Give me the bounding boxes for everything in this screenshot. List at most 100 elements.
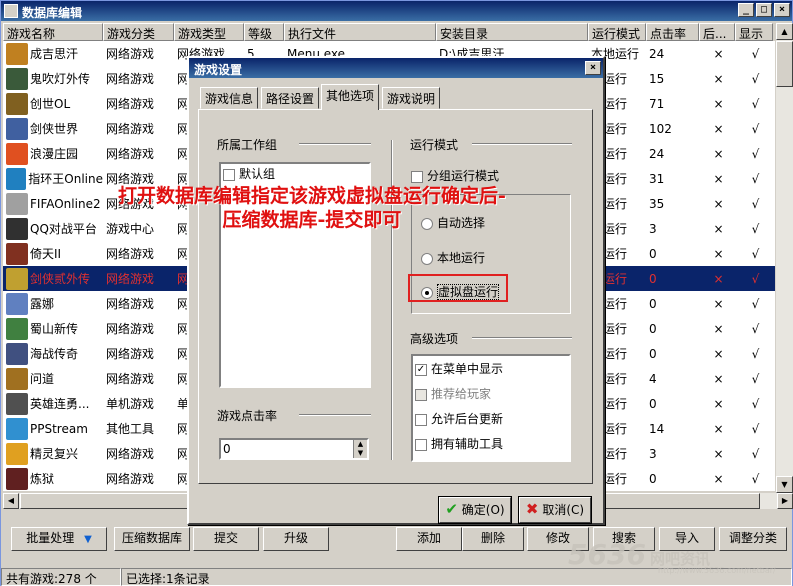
group-divider bbox=[299, 414, 371, 416]
table-cell: 网络游戏 bbox=[106, 97, 155, 111]
scroll-right-arrow-icon[interactable]: ▶ bbox=[777, 493, 793, 509]
game-name-cell: 海战传奇 bbox=[3, 342, 103, 365]
advanced-label-text: 推荐给玩家 bbox=[431, 387, 492, 401]
column-header[interactable]: 等级 bbox=[244, 23, 284, 41]
table-cell: × bbox=[713, 446, 724, 461]
table-cell: 3 bbox=[649, 446, 657, 461]
watermark-number: 5636 bbox=[568, 538, 646, 571]
game-name-cell: 鬼吹灯外传 bbox=[3, 67, 103, 90]
table-cell: 网络游戏 bbox=[106, 347, 155, 361]
checkbox-recommend[interactable] bbox=[415, 388, 427, 401]
game-icon bbox=[6, 192, 28, 215]
checkbox-helper-tools[interactable] bbox=[415, 438, 427, 451]
workgroup-item-default[interactable]: 默认组 bbox=[223, 165, 275, 182]
scroll-up-arrow-icon[interactable]: ▲ bbox=[776, 23, 793, 40]
list-header: 游戏名称 游戏分类 游戏类型 等级 执行文件 安装目录 运行模式 点击率 后... 显示 bbox=[3, 23, 775, 41]
cancel-label: 取消(C) bbox=[542, 503, 585, 517]
advanced-recommend[interactable]: 推荐给玩家 bbox=[415, 385, 491, 402]
scroll-thumb[interactable] bbox=[776, 41, 793, 87]
group-run-mode-checkbox[interactable] bbox=[411, 170, 423, 183]
advanced-label-text: 在菜单中显示 bbox=[431, 362, 504, 376]
table-cell: √ bbox=[751, 396, 760, 411]
column-header[interactable]: 游戏类型 bbox=[174, 23, 244, 41]
game-name-cell: 剑侠世界 bbox=[3, 117, 103, 140]
game-icon bbox=[6, 42, 28, 65]
click-rate-label: 游戏点击率 bbox=[217, 409, 278, 423]
game-icon bbox=[6, 117, 28, 140]
group-run-mode-option[interactable]: 分组运行模式 bbox=[411, 167, 499, 184]
table-cell: 网络游戏 bbox=[106, 372, 155, 386]
advanced-label-text: 允许后台更新 bbox=[431, 412, 504, 426]
adjust-category-button[interactable]: 调整分类 bbox=[719, 527, 787, 551]
table-cell: √ bbox=[751, 346, 760, 361]
game-icon bbox=[6, 92, 28, 115]
column-header[interactable]: 后... bbox=[699, 23, 735, 41]
scroll-down-arrow-icon[interactable]: ▼ bbox=[776, 476, 793, 493]
maximize-button[interactable]: □ bbox=[756, 3, 772, 17]
table-cell: 网络游戏 bbox=[106, 122, 155, 136]
advanced-background-update[interactable]: 允许后台更新 bbox=[415, 410, 503, 427]
dialog-title-bar[interactable]: 游戏设置 × bbox=[189, 58, 603, 78]
game-settings-dialog: 游戏设置 × 游戏信息 路径设置 其他选项 游戏说明 所属工作组 默认组 游戏点… bbox=[187, 56, 605, 525]
table-cell: × bbox=[713, 196, 724, 211]
game-icon bbox=[6, 442, 28, 465]
column-header[interactable]: 执行文件 bbox=[284, 23, 436, 41]
run-option-local[interactable]: 本地运行 bbox=[421, 249, 485, 266]
compress-database-button[interactable]: 压缩数据库 bbox=[114, 527, 190, 551]
scroll-left-arrow-icon[interactable]: ◀ bbox=[3, 493, 19, 509]
ok-button[interactable]: ✔ 确定(O) bbox=[438, 496, 512, 524]
dialog-close-button[interactable]: × bbox=[585, 61, 601, 75]
tab-path-settings[interactable]: 路径设置 bbox=[261, 87, 320, 109]
minimize-button[interactable]: _ bbox=[738, 3, 754, 17]
workgroup-label: 所属工作组 bbox=[217, 138, 278, 152]
window-title-bar[interactable]: 数据库编辑 _ □ × bbox=[1, 1, 792, 21]
close-button[interactable]: × bbox=[774, 3, 790, 17]
spin-arrows-icon[interactable]: ▲ ▼ bbox=[353, 440, 367, 458]
window-title: 数据库编辑 bbox=[22, 6, 83, 20]
column-header[interactable]: 显示 bbox=[735, 23, 773, 41]
checkbox-show-in-menu[interactable]: ✓ bbox=[415, 363, 427, 376]
table-cell: 网络游戏 bbox=[106, 447, 155, 461]
table-cell: 71 bbox=[649, 96, 665, 111]
game-name-cell: 创世OL bbox=[3, 92, 103, 115]
column-header[interactable]: 游戏分类 bbox=[103, 23, 174, 41]
click-rate-input[interactable]: 0 ▲ ▼ bbox=[219, 438, 369, 460]
vertical-scrollbar[interactable]: ▲ ▼ bbox=[776, 23, 793, 493]
table-cell: 网络游戏 bbox=[106, 297, 155, 311]
advanced-show-in-menu[interactable]: ✓ 在菜单中显示 bbox=[415, 360, 503, 377]
submit-button[interactable]: 提交 bbox=[193, 527, 259, 551]
advanced-helper-tools[interactable]: 拥有辅助工具 bbox=[415, 435, 503, 452]
tab-game-info[interactable]: 游戏信息 bbox=[200, 87, 259, 109]
table-cell: 0 bbox=[649, 246, 657, 261]
table-cell: √ bbox=[751, 221, 760, 236]
table-cell: × bbox=[713, 46, 724, 61]
radio-local[interactable] bbox=[421, 252, 433, 265]
table-cell: × bbox=[713, 121, 724, 136]
table-cell: √ bbox=[751, 471, 760, 486]
app-icon bbox=[4, 4, 18, 18]
virtual-disk-highlight-box bbox=[408, 274, 508, 302]
checkbox-background-update[interactable] bbox=[415, 413, 427, 426]
column-header[interactable]: 点击率 bbox=[646, 23, 699, 41]
tab-game-description[interactable]: 游戏说明 bbox=[382, 87, 441, 109]
game-name: 创世OL bbox=[30, 97, 71, 111]
workgroup-checkbox[interactable] bbox=[223, 168, 235, 181]
batch-process-button[interactable]: 批量处理 ▼ bbox=[11, 527, 107, 551]
game-name: 浪漫庄园 bbox=[30, 147, 79, 161]
table-cell: × bbox=[713, 271, 724, 286]
run-option-label: 本地运行 bbox=[437, 251, 486, 265]
table-cell: 网络游戏 bbox=[106, 72, 155, 86]
column-header[interactable]: 游戏名称 bbox=[3, 23, 103, 41]
column-header[interactable]: 运行模式 bbox=[588, 23, 646, 41]
cancel-button[interactable]: ✖ 取消(C) bbox=[518, 496, 592, 524]
column-header[interactable]: 安装目录 bbox=[436, 23, 588, 41]
table-cell: × bbox=[713, 296, 724, 311]
table-cell: √ bbox=[751, 296, 760, 311]
upgrade-button[interactable]: 升级 bbox=[263, 527, 329, 551]
annotation-line-2: 压缩数据库-提交即可 bbox=[222, 209, 402, 231]
tab-other-options[interactable]: 其他选项 bbox=[321, 84, 380, 110]
game-name: 蜀山新传 bbox=[30, 322, 79, 336]
delete-button[interactable]: 删除 bbox=[462, 527, 524, 551]
add-button[interactable]: 添加 bbox=[396, 527, 462, 551]
check-icon: ✔ bbox=[445, 500, 458, 518]
